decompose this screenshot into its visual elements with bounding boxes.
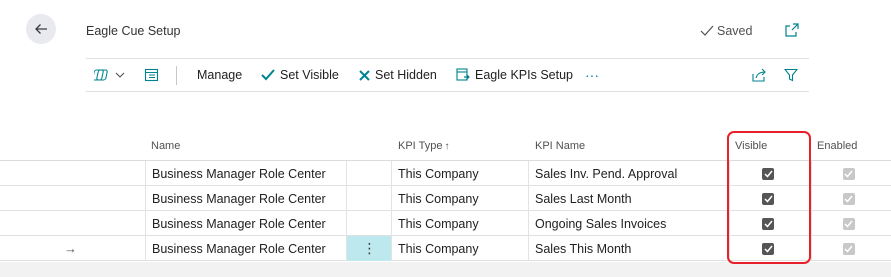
checkmark-icon	[763, 195, 773, 203]
enabled-checkbox	[842, 217, 855, 230]
checkmark-icon	[763, 170, 773, 178]
row-menu-cell[interactable]	[346, 211, 392, 236]
row-menu-button[interactable]: ⋮	[346, 236, 392, 261]
checkmark-icon	[844, 170, 853, 178]
kpi-name-cell[interactable]: Sales Last Month	[528, 186, 730, 211]
column-header-visible[interactable]: Visible	[735, 132, 767, 160]
kpi-type-cell[interactable]: This Company	[391, 211, 529, 236]
current-row-arrow-icon: →	[64, 241, 77, 256]
page-title: Eagle Cue Setup	[86, 24, 181, 38]
checkmark-icon	[261, 69, 275, 81]
manage-menu[interactable]: Manage	[197, 59, 242, 91]
action-bar-separator	[176, 66, 177, 85]
action-bar: Manage Set Visible Set Hidden Eagle KPIs…	[86, 58, 809, 92]
name-cell[interactable]: Business Manager Role Center	[145, 211, 347, 236]
saved-label: Saved	[717, 24, 753, 38]
column-header-enabled[interactable]: Enabled	[817, 132, 857, 160]
enabled-checkbox	[842, 242, 855, 255]
eagle-kpis-setup-label: Eagle KPIs Setup	[475, 68, 573, 82]
visible-cell	[729, 161, 812, 186]
visible-cell	[729, 236, 812, 261]
visible-cell	[729, 211, 812, 236]
kpi-type-cell[interactable]: This Company	[391, 161, 529, 186]
enabled-header-label: Enabled	[817, 140, 858, 152]
set-visible-label: Set Visible	[280, 68, 339, 82]
table-row[interactable]: Business Manager Role Center This Compan…	[0, 211, 891, 236]
column-header-kpi-name[interactable]: KPI Name	[535, 132, 585, 160]
name-cell[interactable]: Business Manager Role Center	[145, 161, 347, 186]
kpi-type-cell[interactable]: This Company	[391, 186, 529, 211]
eagle-kpis-setup-button[interactable]: Eagle KPIs Setup	[456, 59, 573, 91]
checkmark-icon	[763, 245, 773, 253]
visible-checkbox[interactable]	[762, 217, 774, 230]
filter-views-icon	[94, 69, 108, 81]
enabled-cell	[811, 161, 891, 186]
kpi-name-cell[interactable]: Sales This Month	[528, 236, 730, 261]
back-button[interactable]	[26, 14, 56, 44]
setup-page-icon	[456, 68, 470, 81]
saved-status: Saved	[700, 24, 752, 38]
enabled-cell	[811, 236, 891, 261]
visible-checkbox[interactable]	[762, 242, 774, 255]
visible-checkbox[interactable]	[762, 192, 774, 205]
kpi-type-cell[interactable]: This Company	[391, 236, 529, 261]
checkmark-icon	[844, 245, 853, 253]
name-cell[interactable]: Business Manager Role Center	[145, 236, 347, 261]
name-header-label: Name	[151, 140, 181, 152]
more-options-label: ···	[585, 67, 599, 83]
x-icon	[359, 69, 370, 81]
table-row-selected[interactable]: → Business Manager Role Center ⋮ This Co…	[0, 236, 891, 261]
enabled-cell	[811, 211, 891, 236]
sort-ascending-icon: ↑	[444, 140, 450, 152]
checkmark-icon	[763, 220, 773, 228]
enabled-checkbox	[842, 167, 855, 180]
arrow-left-icon	[35, 24, 47, 34]
filter-button[interactable]	[784, 59, 798, 91]
share-icon	[752, 68, 766, 82]
enabled-cell	[811, 186, 891, 211]
filter-icon	[784, 68, 798, 82]
chevron-down-icon	[115, 72, 125, 78]
row-menu-cell[interactable]	[346, 161, 392, 186]
table-row[interactable]: Business Manager Role Center This Compan…	[0, 161, 891, 186]
share-button[interactable]	[751, 59, 767, 91]
set-hidden-label: Set Hidden	[375, 68, 437, 82]
check-icon	[700, 25, 714, 36]
visible-header-label: Visible	[735, 140, 768, 152]
manage-label: Manage	[197, 68, 243, 82]
checkmark-icon	[844, 220, 853, 228]
name-cell[interactable]: Business Manager Role Center	[145, 186, 347, 211]
views-dropdown[interactable]	[94, 59, 125, 91]
kpi-name-header-label: KPI Name	[535, 140, 586, 152]
kpi-name-cell[interactable]: Sales Inv. Pend. Approval	[528, 161, 730, 186]
visible-cell	[729, 186, 812, 211]
table-row[interactable]: Business Manager Role Center This Compan…	[0, 186, 891, 211]
set-visible-button[interactable]: Set Visible	[261, 59, 339, 91]
enabled-checkbox	[842, 192, 855, 205]
more-options-button[interactable]: ···	[585, 59, 599, 91]
show-details-button[interactable]	[144, 59, 159, 91]
details-pane-icon	[144, 68, 159, 82]
column-header-name[interactable]: Name	[151, 132, 180, 160]
open-new-window-icon[interactable]	[784, 22, 800, 38]
column-header-kpi-type[interactable]: KPI Type ↑	[398, 132, 449, 160]
grid-footer	[0, 262, 891, 277]
checkmark-icon	[844, 195, 853, 203]
visible-checkbox[interactable]	[762, 167, 774, 180]
kpi-name-cell[interactable]: Ongoing Sales Invoices	[528, 211, 730, 236]
row-menu-cell[interactable]	[346, 186, 392, 211]
kpi-type-header-label: KPI Type	[398, 140, 443, 152]
set-hidden-button[interactable]: Set Hidden	[359, 59, 437, 91]
